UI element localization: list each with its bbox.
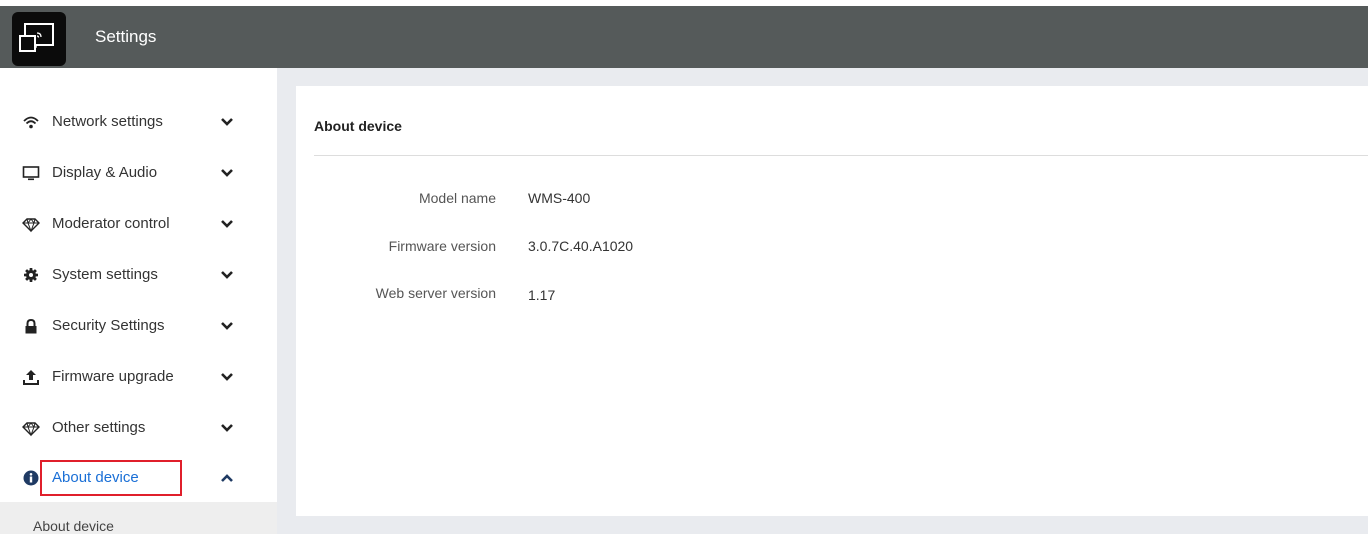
divider	[314, 155, 1368, 156]
sidebar-item-system-settings[interactable]: System settings	[0, 266, 277, 317]
chevron-down-icon[interactable]	[220, 269, 234, 281]
web-server-version-label: Web server version	[375, 285, 496, 301]
sidebar: Network settings Display & Audio Moderat…	[0, 68, 277, 534]
sidebar-item-moderator-control[interactable]: Moderator control	[0, 215, 277, 266]
chevron-down-icon[interactable]	[220, 167, 234, 179]
chevron-up-icon[interactable]	[220, 472, 234, 484]
firmware-version-value: 3.0.7C.40.A1020	[528, 238, 634, 254]
sidebar-subitem-about-device[interactable]: About device	[0, 502, 277, 534]
highlight-annotation	[40, 460, 182, 496]
sidebar-subitem-label: About device	[33, 518, 114, 534]
top-header: Settings	[0, 6, 1368, 68]
cast-screen-icon	[12, 12, 66, 66]
chevron-down-icon[interactable]	[220, 218, 234, 230]
diamond-icon	[22, 419, 40, 437]
model-name-label: Model name	[418, 190, 496, 206]
sidebar-item-label: System settings	[52, 266, 158, 283]
lock-icon	[22, 317, 40, 335]
sidebar-item-label: Firmware upgrade	[52, 368, 174, 385]
about-device-panel: About device Model name WMS-400 Firmware…	[296, 86, 1368, 516]
sidebar-item-label: Moderator control	[52, 215, 170, 232]
monitor-icon	[22, 164, 40, 182]
sidebar-item-network-settings[interactable]: Network settings	[0, 113, 277, 164]
info-icon	[22, 469, 40, 487]
diamond-icon	[22, 215, 40, 233]
sidebar-item-label: Other settings	[52, 419, 146, 436]
sidebar-item-firmware-upgrade[interactable]: Firmware upgrade	[0, 368, 277, 419]
gear-icon	[22, 266, 40, 284]
sidebar-item-display-audio[interactable]: Display & Audio	[0, 164, 277, 215]
chevron-down-icon[interactable]	[220, 371, 234, 383]
wifi-icon	[22, 113, 40, 131]
chevron-down-icon[interactable]	[220, 116, 234, 128]
upload-icon	[22, 368, 40, 386]
app-title: Settings	[95, 27, 157, 46]
firmware-version-label: Firmware version	[388, 238, 496, 254]
sidebar-item-security-settings[interactable]: Security Settings	[0, 317, 277, 368]
sidebar-item-label: Display & Audio	[52, 164, 158, 181]
page-title: About device	[314, 118, 402, 134]
sidebar-item-label: Security Settings	[52, 317, 165, 334]
chevron-down-icon[interactable]	[220, 320, 234, 332]
model-name-value: WMS-400	[528, 190, 591, 206]
web-server-version-value: 1.17	[528, 287, 556, 303]
chevron-down-icon[interactable]	[220, 422, 234, 434]
sidebar-item-label: Network settings	[52, 113, 163, 130]
